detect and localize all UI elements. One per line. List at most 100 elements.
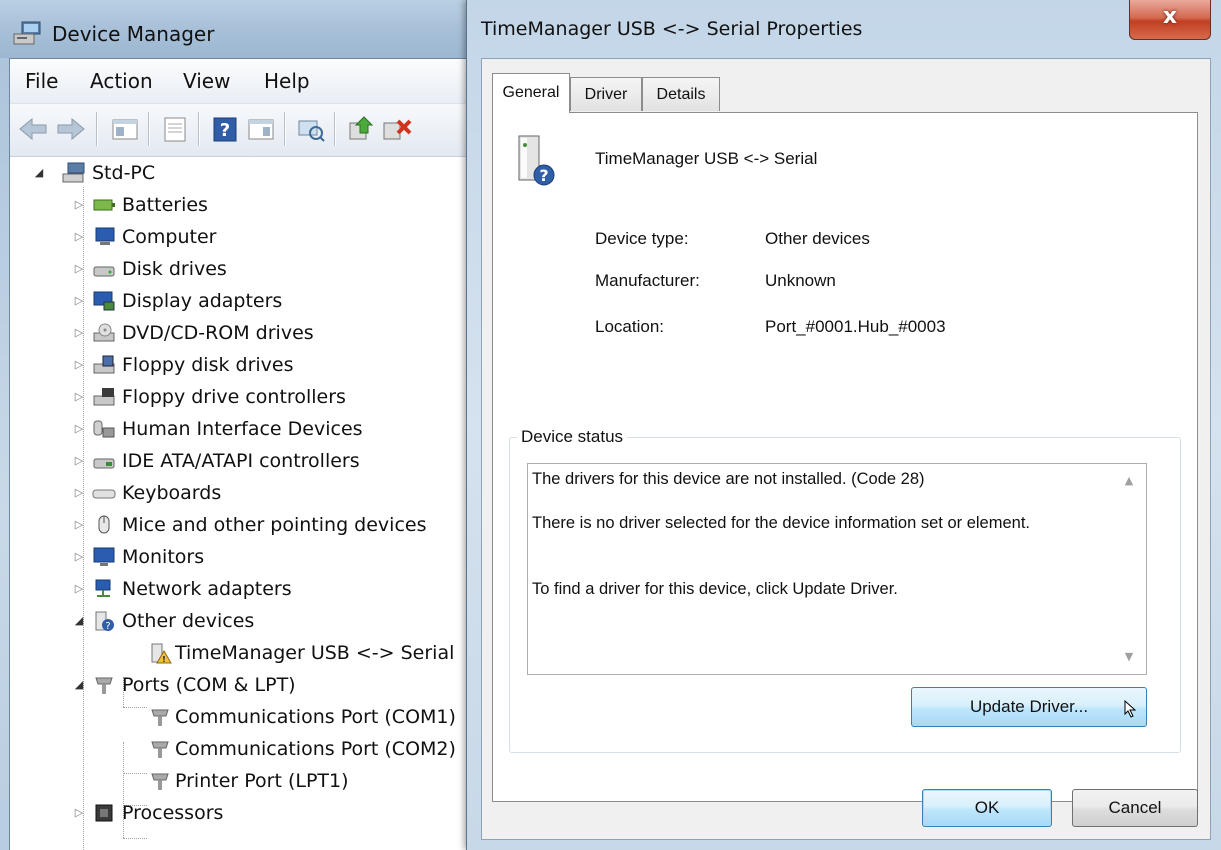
- tree-item-keyboards[interactable]: ▷ Keyboards: [10, 477, 470, 509]
- device-manager-title: Device Manager: [52, 22, 215, 46]
- tree-item-floppy-drive-controllers[interactable]: ▷ Floppy drive controllers: [10, 381, 470, 413]
- ok-button[interactable]: OK: [922, 789, 1052, 827]
- close-icon: x: [1162, 4, 1178, 29]
- manufacturer-value: Unknown: [765, 271, 836, 290]
- show-hide-console-tree-icon[interactable]: [108, 113, 142, 145]
- device-manager-titlebar[interactable]: Device Manager: [0, 0, 478, 58]
- expand-arrow-icon[interactable]: ▷: [72, 477, 86, 509]
- tree-root-label: Std-PC: [92, 162, 156, 184]
- tree-item-label: Communications Port (COM1): [175, 706, 456, 728]
- collapse-arrow-icon[interactable]: ◢: [72, 605, 86, 637]
- tree-item-monitors[interactable]: ▷ Monitors: [10, 541, 470, 573]
- tree-item-label: Mice and other pointing devices: [122, 514, 427, 536]
- tree-item-label: Processors: [122, 802, 224, 824]
- tab-general[interactable]: General: [492, 73, 570, 113]
- expand-arrow-icon[interactable]: ▷: [72, 189, 86, 221]
- expand-arrow-icon[interactable]: ▷: [72, 349, 86, 381]
- expand-arrow-icon[interactable]: ▷: [72, 541, 86, 573]
- tree-item-label: IDE ATA/ATAPI controllers: [122, 450, 360, 472]
- network-adapter-icon: [95, 579, 111, 597]
- device-type-value: Other devices: [765, 229, 870, 248]
- cancel-button[interactable]: Cancel: [1072, 789, 1198, 827]
- tree-item-network-adapters[interactable]: ▷ Network adapters: [10, 573, 470, 605]
- device-manager-window: Device Manager File Action View Help ? ◢…: [0, 0, 478, 850]
- tree-item-label: Monitors: [122, 546, 205, 568]
- manufacturer-label: Manufacturer:: [595, 271, 700, 290]
- disk-drive-icon: [93, 266, 115, 277]
- device-status-textbox[interactable]: The drivers for this device are not inst…: [527, 463, 1147, 675]
- tree-item-label: Computer: [122, 226, 217, 248]
- tree-item-label: Other devices: [122, 610, 255, 632]
- computer-root-icon: [62, 162, 85, 183]
- expand-arrow-icon[interactable]: ▷: [72, 253, 86, 285]
- forward-arrow-icon[interactable]: [54, 113, 88, 145]
- svg-text:?: ?: [539, 166, 548, 185]
- mouse-icon: [98, 515, 110, 534]
- tree-item-label: Batteries: [122, 194, 208, 216]
- menu-view[interactable]: View: [183, 69, 230, 93]
- scroll-up-icon[interactable]: ▲: [1112, 466, 1146, 496]
- status-scrollbar[interactable]: ▲ ▼: [1112, 464, 1146, 674]
- update-driver-icon[interactable]: [344, 113, 378, 145]
- port-icon: [151, 741, 169, 758]
- expand-arrow-icon[interactable]: ▷: [72, 509, 86, 541]
- display-adapter-icon: [93, 291, 115, 311]
- device-status-label: Device status: [517, 427, 628, 447]
- expand-arrow-icon[interactable]: ▷: [72, 413, 86, 445]
- toolbar-separator: [96, 112, 97, 146]
- back-arrow-icon[interactable]: [16, 113, 50, 145]
- tree-item-mice[interactable]: ▷ Mice and other pointing devices: [10, 509, 470, 541]
- tree-item-display-adapters[interactable]: ▷ Display adapters: [10, 285, 470, 317]
- tree-item-processors[interactable]: ▷ Processors: [10, 797, 470, 829]
- action-pane-icon[interactable]: [244, 113, 278, 145]
- expand-arrow-icon[interactable]: ▷: [72, 285, 86, 317]
- menu-help[interactable]: Help: [264, 69, 310, 93]
- properties-icon[interactable]: [158, 113, 192, 145]
- expand-arrow-icon[interactable]: ▷: [72, 317, 86, 349]
- tree-item-ide-controllers[interactable]: ▷ IDE ATA/ATAPI controllers: [10, 445, 470, 477]
- update-driver-button[interactable]: Update Driver...: [911, 687, 1147, 727]
- tree-item-lpt1[interactable]: Printer Port (LPT1): [10, 765, 470, 797]
- expand-arrow-icon[interactable]: ▷: [72, 381, 86, 413]
- tree-item-computer[interactable]: ▷ Computer: [10, 221, 470, 253]
- scroll-down-icon[interactable]: ▼: [1112, 642, 1146, 672]
- tab-driver[interactable]: Driver: [570, 77, 642, 111]
- menu-file[interactable]: File: [25, 69, 58, 93]
- tree-item-disk-drives[interactable]: ▷ Disk drives: [10, 253, 470, 285]
- computer-icon: [95, 227, 115, 245]
- port-icon: [151, 709, 169, 726]
- tree-item-floppy-disk-drives[interactable]: ▷ Floppy disk drives: [10, 349, 470, 381]
- scan-hardware-icon[interactable]: [294, 113, 328, 145]
- uninstall-icon[interactable]: [380, 113, 414, 145]
- keyboard-icon: [92, 489, 116, 499]
- dvd-drive-icon: [93, 323, 115, 342]
- port-icon: [151, 773, 169, 790]
- properties-dialog: TimeManager USB <-> Serial Properties x …: [466, 0, 1221, 850]
- device-type-label: Device type:: [595, 229, 689, 248]
- battery-icon: [93, 199, 115, 211]
- toolbar-separator: [198, 112, 199, 146]
- tree-item-dvd-drives[interactable]: ▷ DVD/CD-ROM drives: [10, 317, 470, 349]
- tree-item-human-interface-devices[interactable]: ▷ Human Interface Devices: [10, 413, 470, 445]
- tree-item-label: Floppy disk drives: [122, 354, 294, 376]
- tree-item-ports[interactable]: ◢ Ports (COM & LPT): [10, 669, 470, 701]
- tree-item-label: Human Interface Devices: [122, 418, 363, 440]
- help-icon[interactable]: ?: [208, 113, 242, 145]
- expand-arrow-icon[interactable]: ▷: [72, 221, 86, 253]
- tree-item-com1[interactable]: Communications Port (COM1): [10, 701, 470, 733]
- expand-arrow-icon[interactable]: ▷: [72, 445, 86, 477]
- expand-arrow-icon[interactable]: ▷: [72, 797, 86, 829]
- tree-item-label: DVD/CD-ROM drives: [122, 322, 314, 344]
- close-button[interactable]: x: [1129, 0, 1211, 40]
- expand-arrow-icon[interactable]: ▷: [72, 573, 86, 605]
- tree-item-batteries[interactable]: ▷ Batteries: [10, 189, 470, 221]
- menu-action[interactable]: Action: [90, 69, 153, 93]
- tree-item-other-devices[interactable]: ◢ ? Other devices: [10, 605, 470, 637]
- collapse-arrow-icon[interactable]: ◢: [32, 157, 46, 189]
- tree-item-label: Keyboards: [122, 482, 222, 504]
- collapse-arrow-icon[interactable]: ◢: [72, 669, 86, 701]
- tree-root-std-pc[interactable]: ◢ Std-PC: [10, 157, 470, 189]
- tab-details[interactable]: Details: [642, 77, 720, 111]
- tree-item-timemanager-usb-serial[interactable]: ! TimeManager USB <-> Serial: [10, 637, 470, 669]
- tree-item-com2[interactable]: Communications Port (COM2): [10, 733, 470, 765]
